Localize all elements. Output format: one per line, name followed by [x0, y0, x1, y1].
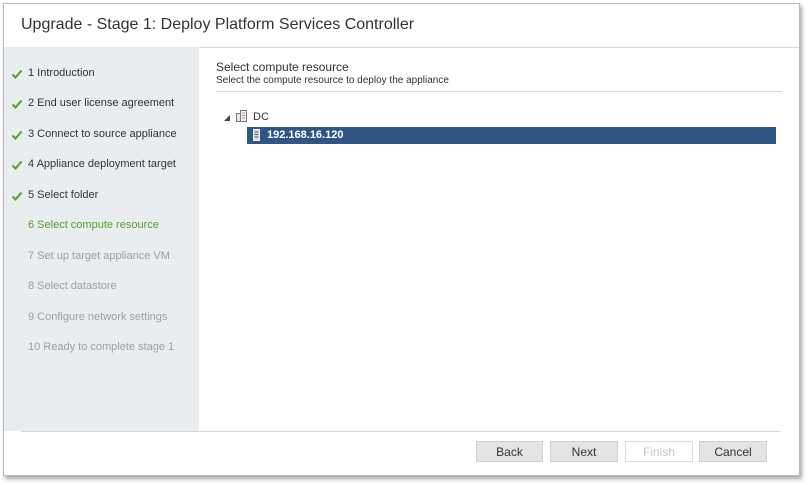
upgrade-dialog: Upgrade - Stage 1: Deploy Platform Servi… [3, 3, 800, 476]
step-select-compute-resource[interactable]: 6 Select compute resource [4, 215, 199, 239]
step-label: 3 Connect to source appliance [28, 128, 177, 140]
content-pane: Select compute resource Select the compu… [199, 47, 801, 431]
next-button[interactable]: Next [550, 441, 618, 462]
step-label: 8 Select datastore [28, 280, 117, 292]
step-introduction[interactable]: 1 Introduction [4, 63, 199, 87]
step-label: 1 Introduction [28, 67, 95, 79]
step-label: 7 Set up target appliance VM [28, 250, 170, 262]
step-label: 10 Ready to complete stage 1 [28, 341, 175, 353]
check-icon [11, 160, 23, 170]
dialog-title: Upgrade - Stage 1: Deploy Platform Servi… [21, 16, 415, 33]
step-label: 9 Configure network settings [28, 311, 168, 323]
step-eula[interactable]: 2 End user license agreement [4, 93, 199, 117]
step-label: 6 Select compute resource [28, 219, 159, 231]
step-setup-target-vm: 7 Set up target appliance VM [4, 246, 199, 270]
content-divider [216, 91, 782, 92]
step-deployment-target[interactable]: 4 Appliance deployment target [4, 154, 199, 178]
step-network-settings: 9 Configure network settings [4, 307, 199, 331]
finish-button[interactable]: Finish [625, 441, 693, 462]
back-button[interactable]: Back [476, 441, 543, 462]
check-icon [11, 69, 23, 79]
collapse-arrow-icon[interactable] [223, 114, 231, 122]
tree-node-host-selected[interactable]: 192.168.16.120 [247, 127, 776, 144]
datacenter-icon [236, 110, 247, 122]
page-title: Select compute resource [216, 60, 349, 74]
cancel-button[interactable]: Cancel [699, 441, 767, 462]
step-ready-complete: 10 Ready to complete stage 1 [4, 337, 199, 361]
step-label: 2 End user license agreement [28, 97, 175, 109]
page-subtitle: Select the compute resource to deploy th… [216, 75, 449, 86]
wizard-steps-sidebar: 1 Introduction 2 End user license agreem… [4, 47, 199, 431]
tree-node-host-label: 192.168.16.120 [267, 129, 344, 141]
step-select-datastore: 8 Select datastore [4, 276, 199, 300]
step-connect-source[interactable]: 3 Connect to source appliance [4, 124, 199, 148]
step-select-folder[interactable]: 5 Select folder [4, 185, 199, 209]
host-icon [253, 129, 260, 141]
check-icon [11, 99, 23, 109]
tree-node-dc-label[interactable]: DC [253, 111, 269, 123]
check-icon [11, 191, 23, 201]
step-label: 5 Select folder [28, 189, 99, 201]
step-label: 4 Appliance deployment target [28, 158, 176, 170]
title-bar: Upgrade - Stage 1: Deploy Platform Servi… [4, 4, 799, 48]
footer-divider [21, 431, 780, 432]
check-icon [11, 130, 23, 140]
